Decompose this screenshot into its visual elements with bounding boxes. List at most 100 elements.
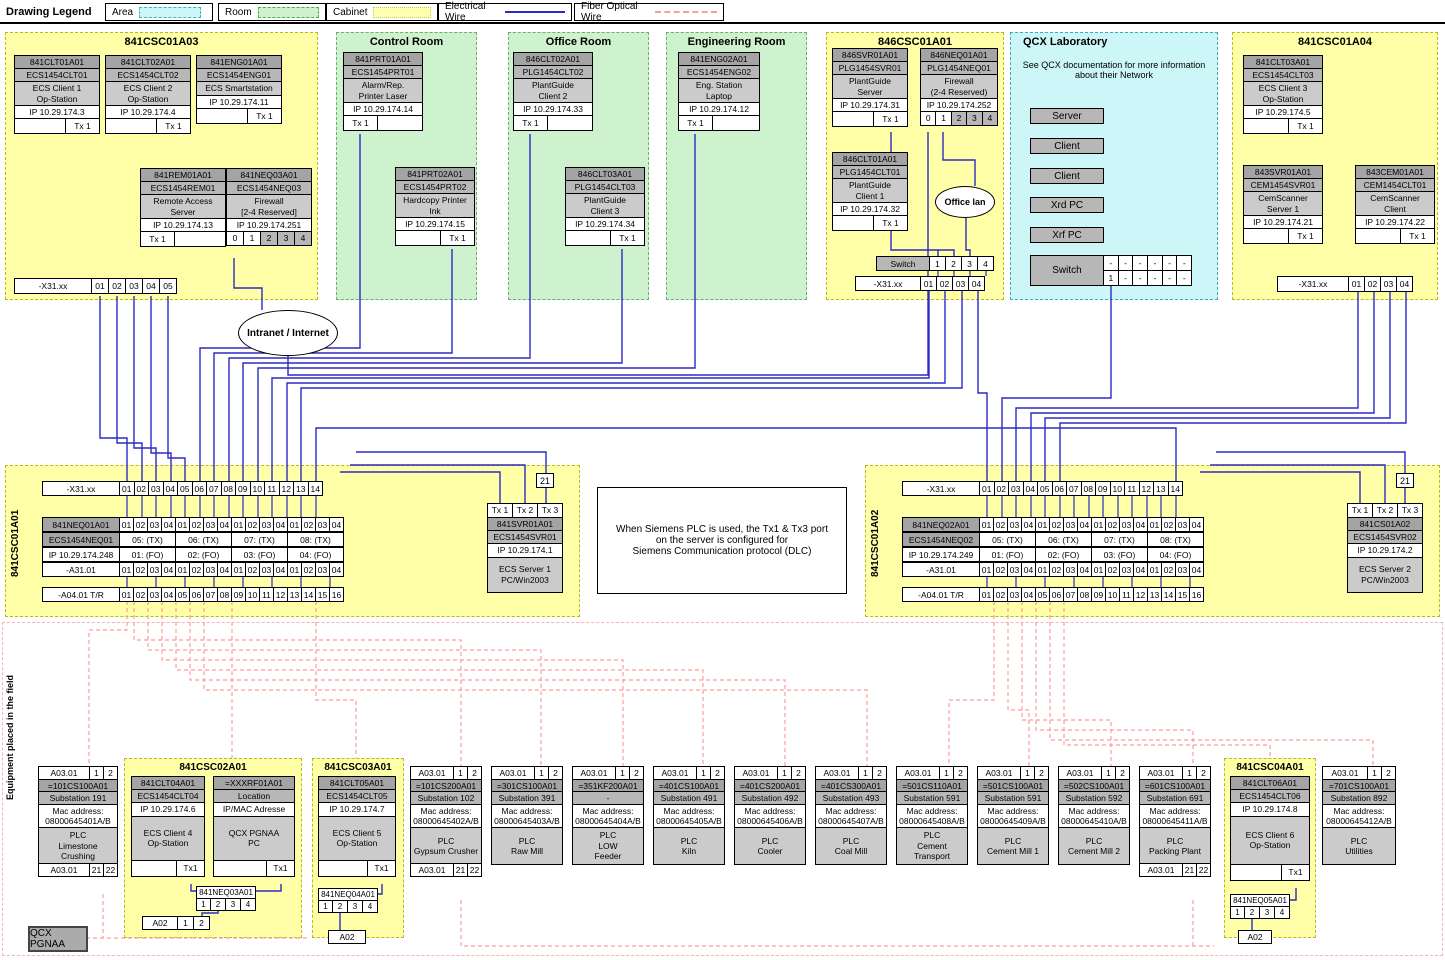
device-tag: ECS1454PRT01 (344, 66, 422, 79)
tx-group-cell: 05: (TX) (980, 532, 1036, 547)
device-846svr01a01: 846SVR01A01 PLG1454SVR01 PlantGuide Serv… (832, 48, 908, 127)
plc-header-label: A03.01 (1140, 767, 1182, 779)
blank-cell (833, 112, 873, 126)
device-ip: IP 10.29.174.12 (679, 103, 759, 116)
plc-name: PLC Kiln (653, 827, 725, 865)
port-cell: 01 (1036, 562, 1050, 577)
port-cell: 03 (1176, 517, 1190, 532)
device-id: 846CLT01A01 (833, 153, 907, 166)
device-ip: IP 10.29.174.2 (1348, 544, 1422, 557)
port-cell: 02 (1106, 517, 1120, 532)
legend-electrical: Electrical Wire (438, 3, 572, 21)
tx-port: Tx 1 (873, 216, 907, 230)
tx-group-cell: 07: (TX) (232, 532, 288, 547)
plc-footer: A03.012122 (38, 863, 118, 877)
tx-port: Tx 3 (1397, 504, 1422, 517)
firewall-port: 2 (260, 232, 277, 245)
port-cell: 03 (316, 517, 330, 532)
blank-cell (1244, 119, 1288, 133)
mini-switch-841neq03a01: 841NEQ03A01 1234 (196, 886, 256, 911)
plc-group-b: A03.0112 =101CS200A01 Substation 102 Mac… (410, 766, 1211, 877)
port-cell: 03 (1009, 481, 1024, 496)
plc-mac: Mac address: 08000645403A/B (491, 804, 563, 828)
port-cell: 04 (274, 562, 288, 577)
device-841eng01a01: 841ENG01A01 ECS1454ENG01 ECS Smartstatio… (196, 55, 282, 124)
plc-header-port: 2 (1381, 767, 1395, 779)
device-ip: IP 10.29.174.8 (1231, 803, 1309, 816)
port-cell: 05 (178, 481, 193, 496)
port-cell: 02 (302, 517, 316, 532)
mini-switch-841neq05a01: 841NEQ05A01 1234 (1230, 894, 1290, 919)
plc-box: A03.0112 =101CS200A01 Substation 102 Mac… (410, 766, 482, 877)
device-tag: PLG1454CLT02 (514, 66, 592, 79)
device-tag: ECS1454PRT02 (396, 181, 474, 194)
port-cell: 1 (196, 899, 211, 911)
plc-mac: Mac address: 08000645411A/B (1139, 804, 1211, 828)
port-cell: 05 (176, 587, 190, 602)
port-cell: - (1177, 255, 1192, 271)
plc-box: A03.0112 =301CS100A01 Substation 391 Mac… (491, 766, 563, 865)
device-name: Alarm/Rep. Printer Laser (344, 79, 422, 102)
device-name: ECS Client 5 Op-Station (319, 817, 395, 861)
port-cell: 05 (1036, 587, 1050, 602)
tx-group-cell: 06: (TX) (176, 532, 232, 547)
switch-id: 841NEQ01A01 (42, 517, 120, 532)
xbar-label: -X31.xx (855, 276, 921, 291)
xbar-mid-right: -X31.xx 0102030405060708091011121314 (902, 481, 1183, 496)
device-ip: IP 10.29.174.251 (227, 219, 311, 232)
switch-label: Switch (876, 256, 930, 271)
device-name: QCX PGNAA PC (214, 817, 294, 861)
port-cell: 02 (190, 517, 204, 532)
fo-group-cell: 04: (FO) (1148, 547, 1204, 562)
cabinet-title: 841CSC01A03 (6, 36, 317, 48)
tx-group-cell: 07: (TX) (1092, 532, 1148, 547)
device-ip: IP 10.29.174.13 (141, 219, 225, 232)
port-cell: - (1133, 255, 1148, 271)
port-cell: - (1119, 270, 1134, 286)
port-cell: 08 (222, 481, 237, 496)
port-cell: 02 (1050, 562, 1064, 577)
a02-label: A02 (142, 916, 178, 930)
port-cell: 01 (120, 481, 135, 496)
tx-port: Tx 1 (1400, 229, 1434, 243)
switch-ports-row-left: 841NEQ01A01 0102030401020304010203040102… (42, 517, 344, 532)
port-cell: 04 (162, 562, 176, 577)
device-id: 841CLT01A01 (15, 56, 99, 69)
port-cell: 15 (316, 587, 330, 602)
plc-box: A03.0112 =501CS110A01 Substation 591 Mac… (896, 766, 968, 865)
port-cell: 04 (1022, 587, 1036, 602)
plc-header-port: 1 (1182, 767, 1196, 779)
cabinet-title: 841CSC04A01 (1225, 762, 1315, 773)
port-cell: 04 (1190, 517, 1204, 532)
plc-header-label: A03.01 (654, 767, 696, 779)
plc-header-label: A03.01 (897, 767, 939, 779)
plc-header-label: A03.01 (978, 767, 1020, 779)
plc-id: =401CS200A01 (734, 779, 806, 793)
plc-name: PLC Cement Transport (896, 827, 968, 865)
device-ip: IP 10.29.174.11 (197, 96, 281, 109)
plc-header-port: 1 (696, 767, 710, 779)
device-name: ECS Client 3 Op-Station (1244, 82, 1322, 105)
firewall-port: 3 (966, 112, 981, 125)
legend-room-label: Room (225, 7, 252, 18)
port-cell: 3 (226, 899, 241, 911)
plc-box: A03.0112 =601CS100A01 Substation 691 Mac… (1139, 766, 1211, 877)
switch-tag: ECS1454NEQ01 (42, 532, 120, 547)
port-cell: 03 (260, 562, 274, 577)
plc-box: A03.0112 =401CS200A01 Substation 492 Mac… (734, 766, 806, 865)
port-cell: 01 (176, 562, 190, 577)
blank-cell (1356, 229, 1400, 243)
plc-mac: Mac address: 08000645401A/B (38, 804, 118, 828)
plc-substation: Substation 391 (491, 791, 563, 805)
device-id: 841CS01A02 (1348, 518, 1422, 531)
device-id: 846CLT02A01 (514, 53, 592, 66)
port-cell: 02 (134, 587, 148, 602)
a02-bar-csc02: A02 12 (142, 916, 210, 930)
plc-id: =601CS100A01 (1139, 779, 1211, 793)
plc-name: PLC Raw Mill (491, 827, 563, 865)
qcx-xrd-pc: Xrd PC (1030, 197, 1104, 213)
device-id: 841CLT06A01 (1231, 777, 1309, 790)
device-id: 841PRT01A01 (344, 53, 422, 66)
device-tag: ECS1454ENG02 (679, 66, 759, 79)
device-name: ECS Client 4 Op-Station (132, 817, 204, 861)
